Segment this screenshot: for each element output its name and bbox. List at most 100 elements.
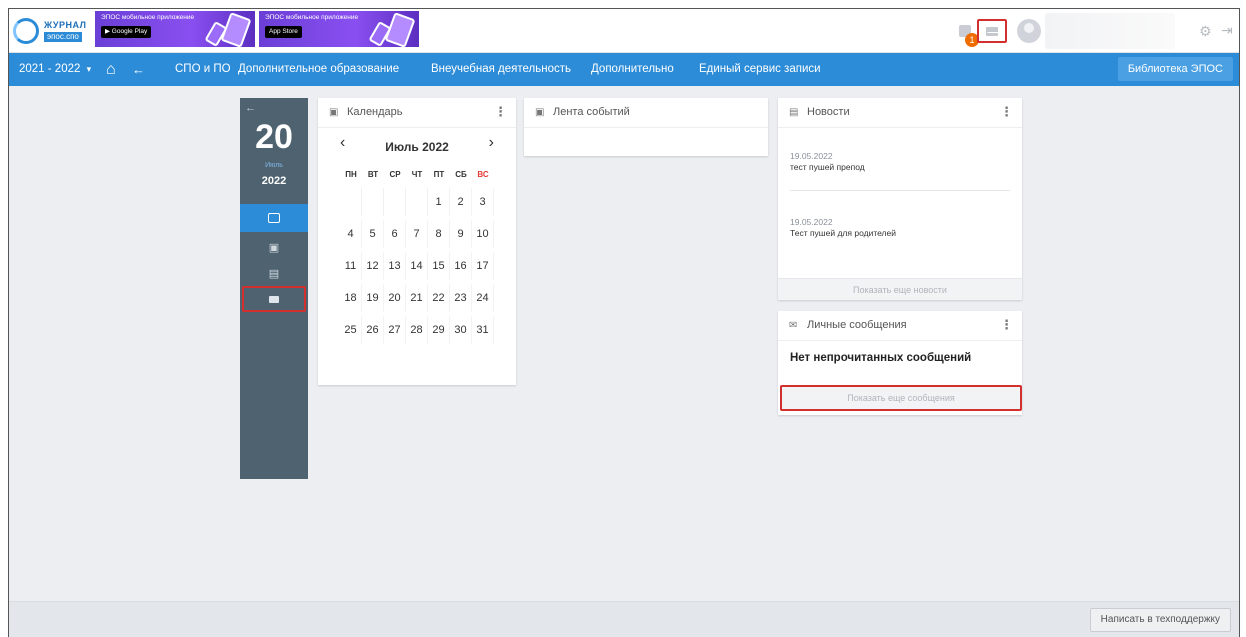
calendar-empty-cell: [362, 188, 384, 216]
calendar-empty-cell: [384, 188, 406, 216]
app-frame: ЖУРНАЛ эпос.спо ЭПОС мобильное приложени…: [8, 8, 1240, 637]
calendar-icon: ▣: [535, 107, 545, 118]
news-view-button[interactable]: ▤: [240, 259, 308, 287]
home-icon[interactable]: ⌂: [106, 53, 116, 86]
calendar-day[interactable]: 28: [406, 316, 428, 344]
year-label: 2021 - 2022: [19, 63, 81, 75]
weekday-label: ВС: [477, 170, 489, 179]
top-bar: ЖУРНАЛ эпос.спо ЭПОС мобильное приложени…: [9, 9, 1239, 53]
logo-text: ЖУРНАЛ эпос.спо: [44, 20, 86, 42]
envelope-icon: ✉: [789, 320, 798, 331]
calendar-view-button[interactable]: ▣: [240, 233, 308, 261]
calendar-day[interactable]: 21: [406, 284, 428, 312]
calendar-day[interactable]: 30: [450, 316, 472, 344]
nav-item-additional-education[interactable]: Дополнительное образование: [238, 53, 399, 86]
messages-button[interactable]: [977, 19, 1007, 43]
more-options-icon[interactable]: ⋮: [1000, 104, 1013, 120]
calendar-day[interactable]: 3: [472, 188, 494, 216]
widgets-icon: [268, 213, 280, 223]
weekday-label: ЧТ: [411, 170, 423, 179]
weekday-label: СР: [389, 170, 401, 179]
chevron-down-icon: ▾: [86, 64, 92, 74]
widgets-view-button[interactable]: [240, 204, 308, 232]
calendar-day[interactable]: 29: [428, 316, 450, 344]
calendar-day[interactable]: 31: [472, 316, 494, 344]
calendar-day[interactable]: 6: [384, 220, 406, 248]
calendar-day[interactable]: 12: [362, 252, 384, 280]
calendar-widget: ▣ Календарь ⋮ ‹ Июль 2022 › ПН ВТ СР ЧТ ПТ СБ…: [318, 98, 516, 385]
events-feed-widget: ▣ Лента событий: [524, 98, 768, 156]
events-header: ▣ Лента событий: [524, 98, 768, 128]
messages-header: ✉ Личные сообщения ⋮: [778, 311, 1022, 341]
more-options-icon[interactable]: ⋮: [494, 104, 507, 120]
calendar-day[interactable]: 18: [340, 284, 362, 312]
library-button[interactable]: Библиотека ЭПОС: [1117, 57, 1233, 81]
nav-item-additional[interactable]: Дополнительно: [591, 53, 674, 86]
app-logo[interactable]: ЖУРНАЛ эпос.спо: [13, 17, 91, 45]
calendar-day[interactable]: 5: [362, 220, 384, 248]
logo-title: ЖУРНАЛ: [44, 20, 87, 30]
show-more-news-button[interactable]: Показать еще новости: [778, 278, 1022, 300]
news-item[interactable]: Тест пушей для родителей: [790, 228, 896, 238]
calendar-day[interactable]: 27: [384, 316, 406, 344]
envelope-icon: [986, 26, 999, 36]
collapse-arrow-icon[interactable]: ←: [245, 102, 256, 114]
calendar-day[interactable]: 22: [428, 284, 450, 312]
nav-item-extracurricular[interactable]: Внеучебная деятельность: [431, 53, 571, 86]
divider: [790, 190, 1010, 191]
logo-subtitle: эпос.спо: [44, 32, 82, 42]
main-nav: 2021 - 2022 ▾ ⌂ ← СПО и ПО Дополнительно…: [9, 53, 1239, 86]
calendar-day[interactable]: 13: [384, 252, 406, 280]
calendar-day[interactable]: 23: [450, 284, 472, 312]
avatar[interactable]: [1017, 19, 1041, 43]
gear-icon[interactable]: ⚙: [1199, 23, 1212, 40]
chevron-right-icon[interactable]: ›: [489, 134, 494, 152]
year-selector[interactable]: 2021 - 2022 ▾: [19, 53, 91, 86]
calendar-day[interactable]: 17: [472, 252, 494, 280]
app-store-banner[interactable]: ЭПОС мобильное приложение App Store: [259, 11, 419, 47]
messages-title: Личные сообщения: [807, 319, 907, 331]
news-date: 19.05.2022: [790, 151, 833, 161]
calendar-day[interactable]: 20: [384, 284, 406, 312]
nav-item-spo[interactable]: СПО и ПО: [175, 53, 231, 86]
calendar-day[interactable]: 11: [340, 252, 362, 280]
calendar-day[interactable]: 4: [340, 220, 362, 248]
calendar-day[interactable]: 14: [406, 252, 428, 280]
weekday-label: ПТ: [433, 170, 445, 179]
back-arrow-icon[interactable]: ←: [132, 53, 145, 86]
news-date: 19.05.2022: [790, 217, 833, 227]
calendar-day[interactable]: 2: [450, 188, 472, 216]
show-more-messages-button[interactable]: Показать еще сообщения: [780, 385, 1022, 411]
messages-view-button[interactable]: [242, 286, 306, 312]
calendar-day[interactable]: 16: [450, 252, 472, 280]
google-play-banner[interactable]: ЭПОС мобильное приложение ▶ Google Play: [95, 11, 255, 47]
app-store-badge: App Store: [265, 26, 302, 38]
news-header: ▤ Новости ⋮: [778, 98, 1022, 128]
calendar-day[interactable]: 9: [450, 220, 472, 248]
logout-icon[interactable]: ⇥: [1221, 22, 1233, 39]
news-item[interactable]: тест пушей препод: [790, 162, 865, 172]
calendar-day[interactable]: 24: [472, 284, 494, 312]
calendar-day[interactable]: 1: [428, 188, 450, 216]
calendar-day[interactable]: 15: [428, 252, 450, 280]
events-title: Лента событий: [553, 106, 630, 118]
google-play-badge: ▶ Google Play: [101, 26, 152, 38]
footer: Написать в техподдержку: [9, 601, 1239, 637]
support-button[interactable]: Написать в техподдержку: [1089, 608, 1231, 632]
calendar-day[interactable]: 26: [362, 316, 384, 344]
phone-illustration-icon: [384, 12, 416, 47]
news-icon: ▤: [789, 107, 799, 118]
user-name-blurred[interactable]: [1045, 13, 1175, 49]
calendar-day[interactable]: 25: [340, 316, 362, 344]
calendar-day[interactable]: 10: [472, 220, 494, 248]
news-title: Новости: [807, 106, 850, 118]
calendar-day[interactable]: 19: [362, 284, 384, 312]
current-day: 20: [255, 118, 293, 156]
banner-title: ЭПОС мобильное приложение: [101, 14, 195, 21]
more-options-icon[interactable]: ⋮: [1000, 317, 1013, 333]
calendar-day[interactable]: 7: [406, 220, 428, 248]
calendar-month-nav: ‹ Июль 2022 ›: [318, 134, 516, 154]
weekday-label: ПН: [345, 170, 357, 179]
nav-item-registration-service[interactable]: Единый сервис записи: [699, 53, 821, 86]
calendar-day[interactable]: 8: [428, 220, 450, 248]
